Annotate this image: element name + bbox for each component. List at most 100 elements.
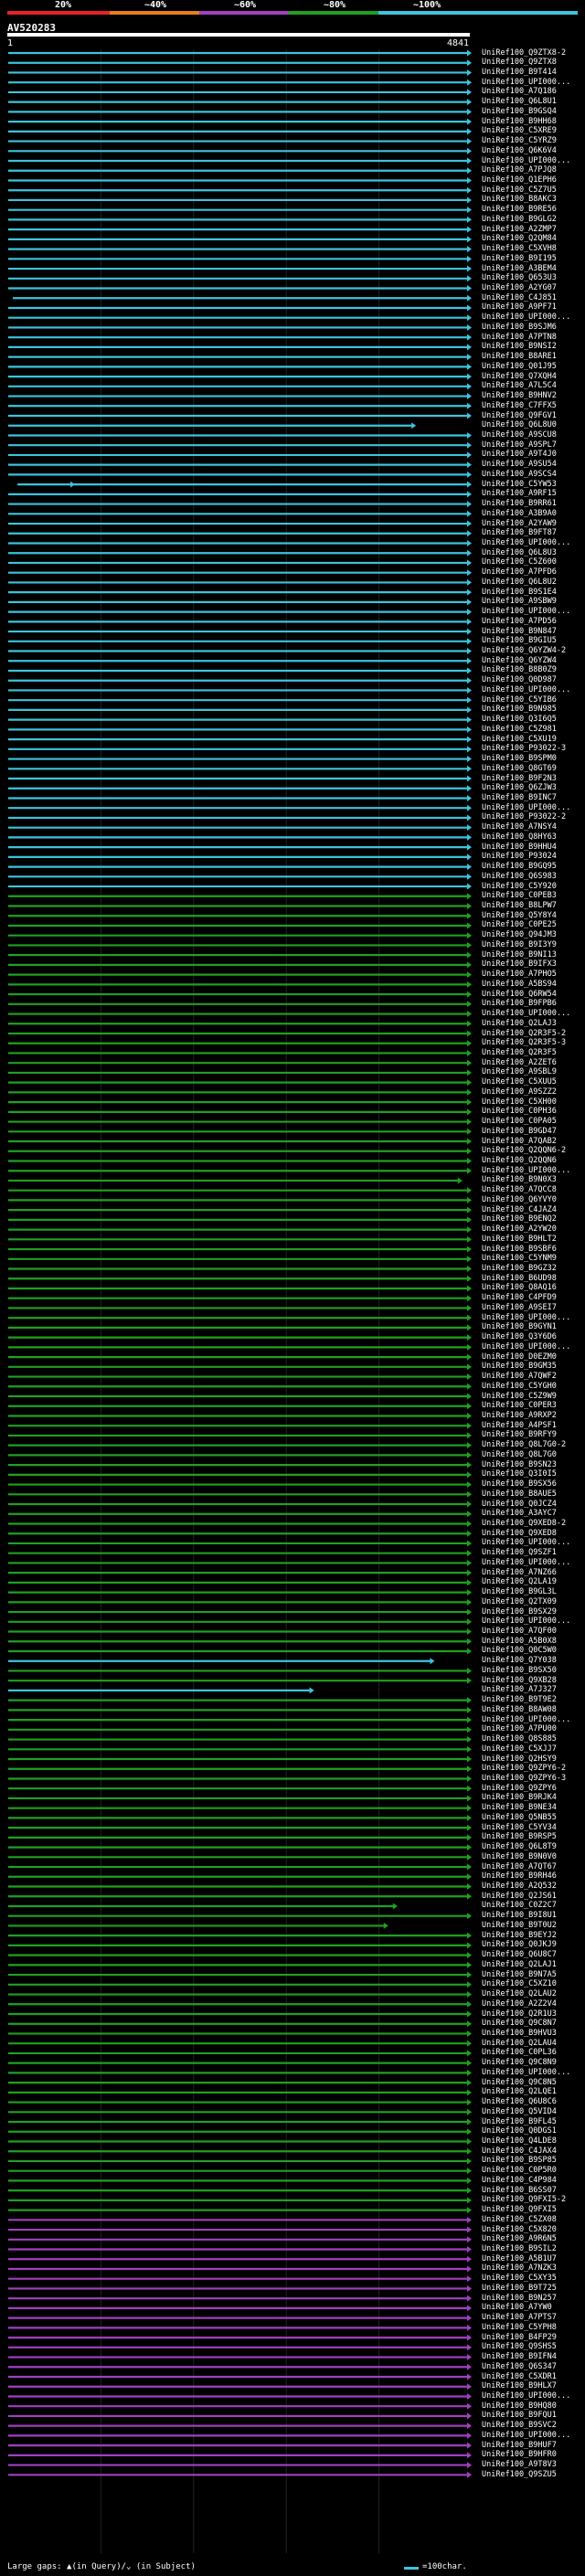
hit-label[interactable]: UniRef100_B9SIL2 [482, 2245, 557, 2253]
hit-label[interactable]: UniRef100_Q5Y8Y4 [482, 911, 557, 920]
hit-label[interactable]: UniRef100_A9SZZ2 [482, 1087, 557, 1097]
hit-label[interactable]: UniRef100_C0PA05 [482, 1118, 557, 1126]
hit-label[interactable]: UniRef100_B9RSP5 [482, 1833, 557, 1841]
hit-label[interactable]: UniRef100_UPI000... [482, 1010, 570, 1018]
hit-label[interactable]: UniRef100_Q3I0I5 [482, 1470, 557, 1479]
hit-label[interactable]: UniRef100_B9FL45 [482, 2117, 557, 2126]
hit-label[interactable]: UniRef100_A3BEM4 [482, 264, 557, 273]
hit-label[interactable]: UniRef100_C0PEB3 [482, 892, 557, 900]
hit-label[interactable]: UniRef100_C5YRZ9 [482, 137, 557, 145]
hit-label[interactable]: UniRef100_B9HH68 [482, 117, 557, 126]
hit-label[interactable]: UniRef100_C5YGH0 [482, 1382, 557, 1391]
hit-label[interactable]: UniRef100_Q2LAU4 [482, 2039, 557, 2048]
hit-label[interactable]: UniRef100_B9SP85 [482, 2157, 557, 2165]
hit-label[interactable]: UniRef100_Q9XED8 [482, 1529, 557, 1538]
hit-label[interactable]: UniRef100_B9GM35 [482, 1362, 557, 1371]
hit-label[interactable]: UniRef100_A4PSF1 [482, 1421, 557, 1430]
hit-label[interactable]: UniRef100_Q2QM84 [482, 235, 557, 243]
hit-label[interactable]: UniRef100_B9N7A5 [482, 1970, 557, 1979]
hit-label[interactable]: UniRef100_B9N985 [482, 705, 557, 714]
hit-label[interactable]: UniRef100_Q2LAJ3 [482, 1019, 557, 1028]
hit-label[interactable]: UniRef100_Q8L7G0-2 [482, 1441, 566, 1449]
hit-label[interactable]: UniRef100_B9T414 [482, 68, 557, 77]
hit-label[interactable]: UniRef100_B9RH46 [482, 1872, 557, 1881]
hit-label[interactable]: UniRef100_Q4LDE8 [482, 2136, 557, 2146]
hit-label[interactable]: UniRef100_B9GYN1 [482, 1323, 557, 1331]
hit-label[interactable]: UniRef100_B9INC7 [482, 793, 557, 802]
hit-label[interactable]: UniRef100_Q6L8U1 [482, 98, 557, 106]
hit-label[interactable]: UniRef100_P93024 [482, 853, 557, 861]
hit-label[interactable]: UniRef100_B9SN23 [482, 1460, 557, 1469]
hit-label[interactable]: UniRef100_B8AUE5 [482, 1489, 557, 1499]
hit-label[interactable]: UniRef100_Q0C5W0 [482, 1647, 557, 1655]
hit-label[interactable]: UniRef100_Q6YZW4-2 [482, 647, 566, 655]
hit-label[interactable]: UniRef100_UPI000... [482, 2391, 570, 2401]
hit-label[interactable]: UniRef100_Q5VID4 [482, 2107, 557, 2116]
hit-label[interactable]: UniRef100_Q9XB28 [482, 1676, 557, 1685]
hit-label[interactable]: UniRef100_B8AW08 [482, 1705, 557, 1714]
hit-label[interactable]: UniRef100_C5YV34 [482, 1823, 557, 1832]
hit-label[interactable]: UniRef100_A7QAB2 [482, 1137, 557, 1146]
hit-label[interactable]: UniRef100_A9RF15 [482, 490, 557, 498]
hit-label[interactable]: UniRef100_Q2TX09 [482, 1597, 557, 1606]
hit-label[interactable]: UniRef100_A2Z2V4 [482, 1999, 557, 2009]
hit-label[interactable]: UniRef100_Q9C8N7 [482, 2019, 557, 2028]
hit-label[interactable]: UniRef100_Q9C8N5 [482, 2078, 557, 2087]
hit-label[interactable]: UniRef100_UPI000... [482, 1558, 570, 1567]
hit-label[interactable]: UniRef100_UPI000... [482, 1166, 570, 1175]
hit-label[interactable]: UniRef100_Q9SZF1 [482, 1549, 557, 1557]
hit-label[interactable]: UniRef100_UPI000... [482, 539, 570, 547]
hit-label[interactable]: UniRef100_Q6L8T9 [482, 1843, 557, 1851]
hit-label[interactable]: UniRef100_Q5NB55 [482, 1813, 557, 1822]
hit-label[interactable]: UniRef100_B9RJK4 [482, 1794, 557, 1802]
hit-label[interactable]: UniRef100_A7PTS7 [482, 2314, 557, 2322]
hit-label[interactable]: UniRef100_A7PFD6 [482, 568, 557, 577]
hit-label[interactable]: UniRef100_UPI000... [482, 1715, 570, 1724]
hit-label[interactable]: UniRef100_A9SPL7 [482, 440, 557, 450]
hit-label[interactable]: UniRef100_UPI000... [482, 685, 570, 694]
hit-label[interactable]: UniRef100_A2YAW9 [482, 519, 557, 528]
hit-label[interactable]: UniRef100_Q9SZU5 [482, 2470, 557, 2479]
hit-label[interactable]: UniRef100_B9IFN4 [482, 2353, 557, 2361]
hit-label[interactable]: UniRef100_Q2QQN6 [482, 1156, 557, 1165]
hit-label[interactable]: UniRef100_Q9ZTX8 [482, 58, 557, 67]
hit-label[interactable]: UniRef100_B9HLT2 [482, 1235, 557, 1244]
hit-label[interactable]: UniRef100_Q3Y6D6 [482, 1333, 557, 1341]
hit-label[interactable]: UniRef100_Q7XQH4 [482, 372, 557, 381]
hit-label[interactable]: UniRef100_A9SEI7 [482, 1303, 557, 1312]
hit-label[interactable]: UniRef100_B9GLG2 [482, 215, 557, 224]
hit-label[interactable]: UniRef100_B9RE56 [482, 206, 557, 214]
hit-label[interactable]: UniRef100_A9SBW9 [482, 598, 557, 606]
hit-label[interactable]: UniRef100_Q9ZTX8-2 [482, 48, 566, 58]
hit-label[interactable]: UniRef100_B8ARE1 [482, 353, 557, 361]
hit-label[interactable]: UniRef100_B9N847 [482, 627, 557, 636]
hit-label[interactable]: UniRef100_C5ZX08 [482, 2215, 557, 2224]
hit-label[interactable]: UniRef100_Q6S983 [482, 872, 557, 881]
hit-label[interactable]: UniRef100_B4FP29 [482, 2333, 557, 2342]
hit-label[interactable]: UniRef100_B9T9E2 [482, 1696, 557, 1704]
hit-label[interactable]: UniRef100_C5XVH8 [482, 245, 557, 253]
hit-label[interactable]: UniRef100_B9NSI2 [482, 343, 557, 351]
hit-label[interactable]: UniRef100_B9S1E4 [482, 588, 557, 597]
hit-label[interactable]: UniRef100_B9HLX7 [482, 2382, 557, 2390]
hit-label[interactable]: UniRef100_Q2R3F5 [482, 1048, 557, 1057]
hit-label[interactable]: UniRef100_B9N257 [482, 2294, 557, 2303]
hit-label[interactable]: UniRef100_A9SCU8 [482, 430, 557, 440]
hit-label[interactable]: UniRef100_C5XY35 [482, 2274, 557, 2283]
hit-label[interactable]: UniRef100_Q6U8C6 [482, 2098, 557, 2106]
hit-label[interactable]: UniRef100_Q6U8C7 [482, 1951, 557, 1959]
hit-label[interactable]: UniRef100_B9SX29 [482, 1607, 557, 1617]
hit-label[interactable]: UniRef100_A2Q532 [482, 1882, 557, 1891]
hit-label[interactable]: UniRef100_B9GD47 [482, 1127, 557, 1136]
hit-label[interactable]: UniRef100_Q2LQE1 [482, 2088, 557, 2096]
hit-label[interactable]: UniRef100_Q2R1U3 [482, 2009, 557, 2019]
hit-label[interactable]: UniRef100_C0P5R0 [482, 2167, 557, 2175]
hit-label[interactable]: UniRef100_A3AYC7 [482, 1510, 557, 1518]
hit-label[interactable]: UniRef100_B9NE34 [482, 1804, 557, 1812]
hit-label[interactable]: UniRef100_B9ENQ2 [482, 1215, 557, 1224]
hit-label[interactable]: UniRef100_Q8L7G0 [482, 1450, 557, 1459]
hit-label[interactable]: UniRef100_Q6S347 [482, 2362, 557, 2371]
hit-label[interactable]: UniRef100_A7J327 [482, 1686, 557, 1694]
hit-label[interactable]: UniRef100_Q3I6Q5 [482, 716, 557, 724]
hit-label[interactable]: UniRef100_B9GZ32 [482, 1265, 557, 1273]
